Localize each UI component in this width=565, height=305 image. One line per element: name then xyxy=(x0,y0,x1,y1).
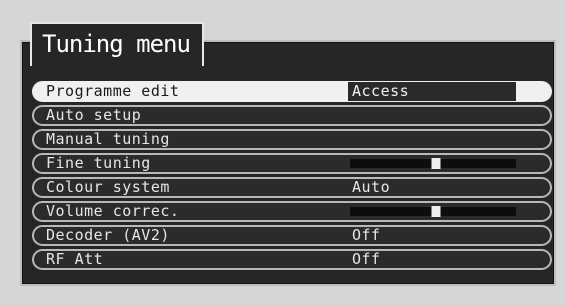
menu-item-value: Off xyxy=(352,226,381,244)
menu-item-label: Fine tuning xyxy=(46,154,151,172)
menu-item-label: Programme edit xyxy=(46,82,180,100)
menu-item-label: Auto setup xyxy=(46,106,142,124)
slider-thumb[interactable] xyxy=(431,206,441,217)
menu-item-decoder-av2[interactable]: Decoder (AV2) Off xyxy=(32,225,552,246)
menu-title: Tuning menu xyxy=(30,22,204,66)
value-field: Access xyxy=(348,82,516,101)
tv-osd-screen: Tuning menu Programme edit Access Auto s… xyxy=(0,0,565,305)
menu-item-label: Decoder (AV2) xyxy=(46,226,170,244)
menu-item-label: Colour system xyxy=(46,178,170,196)
menu-item-value: Off xyxy=(352,250,381,268)
menu-item-programme-edit[interactable]: Programme edit Access xyxy=(32,81,552,102)
menu-item-auto-setup[interactable]: Auto setup xyxy=(32,105,552,126)
fine-tuning-slider[interactable] xyxy=(350,158,516,169)
menu-item-value: Access xyxy=(352,82,410,100)
menu-item-value: Auto xyxy=(352,178,391,196)
tuning-menu-list: Programme edit Access Auto setup Manual … xyxy=(32,81,552,273)
menu-item-colour-system[interactable]: Colour system Auto xyxy=(32,177,552,198)
slider-thumb[interactable] xyxy=(431,158,441,169)
menu-item-label: Manual tuning xyxy=(46,130,170,148)
menu-item-fine-tuning[interactable]: Fine tuning xyxy=(32,153,552,174)
menu-item-manual-tuning[interactable]: Manual tuning xyxy=(32,129,552,150)
volume-correction-slider[interactable] xyxy=(350,206,516,217)
menu-item-label: Volume correc. xyxy=(46,202,180,220)
menu-item-rf-att[interactable]: RF Att Off xyxy=(32,249,552,270)
menu-item-volume-correction[interactable]: Volume correc. xyxy=(32,201,552,222)
menu-item-label: RF Att xyxy=(46,250,104,268)
